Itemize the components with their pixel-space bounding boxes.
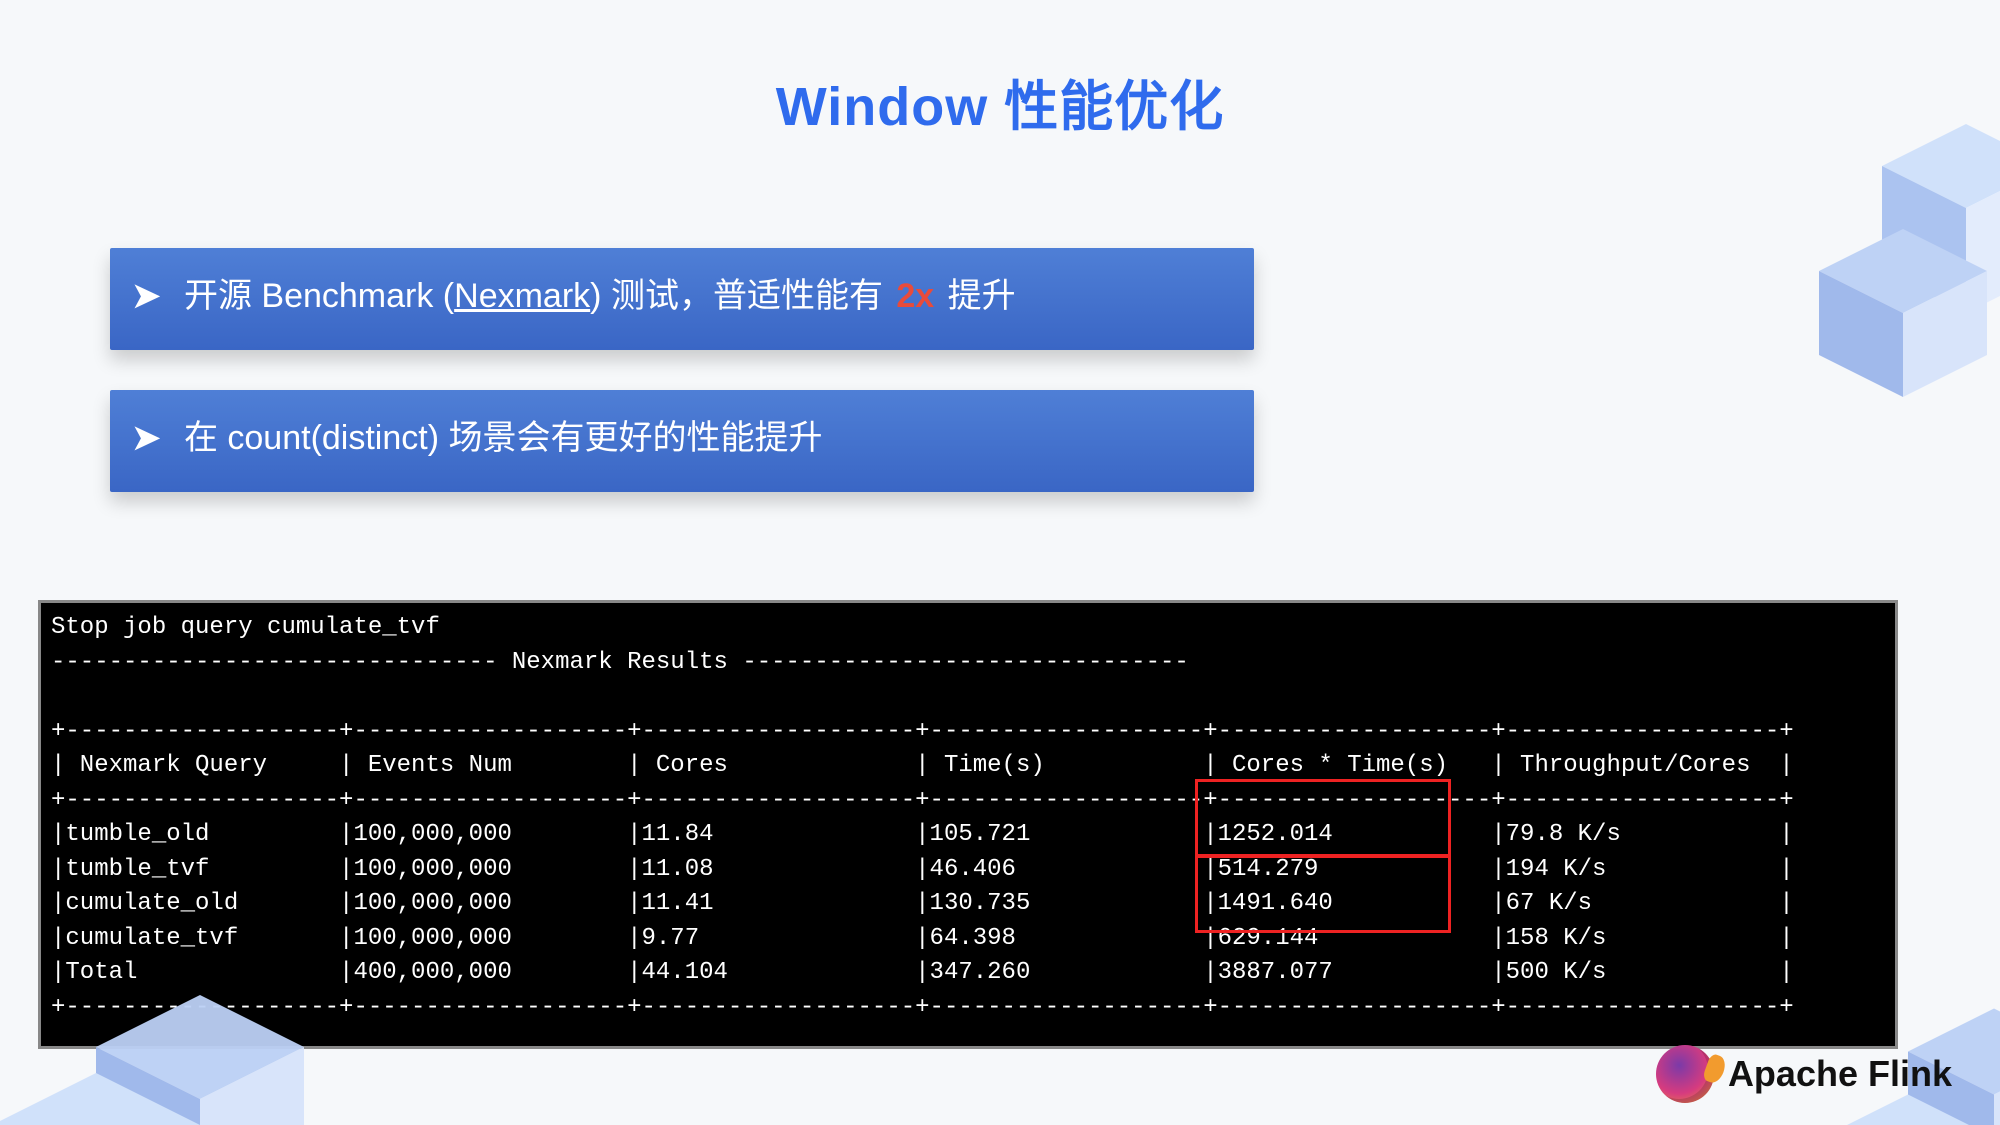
bullet-1-text-mid: ) 测试，普适性能有 xyxy=(590,277,892,315)
flink-squirrel-icon xyxy=(1656,1045,1714,1103)
bullet-1-text-pre: 开源 Benchmark ( xyxy=(184,277,454,315)
bullet-1: ➤ 开源 Benchmark (Nexmark) 测试，普适性能有 2x 提升 xyxy=(110,248,1254,350)
bullet-2-text: 在 count(distinct) 场景会有更好的性能提升 xyxy=(184,419,823,457)
bullet-1-link-nexmark[interactable]: Nexmark xyxy=(454,277,590,315)
slide-title: Window 性能优化 xyxy=(0,62,2000,141)
bullet-1-highlight-2x: 2x xyxy=(892,277,938,315)
bullet-arrow-icon: ➤ xyxy=(132,277,161,315)
bullet-arrow-icon: ➤ xyxy=(132,419,161,457)
brand-name: Apache Flink xyxy=(1728,1053,1952,1095)
terminal-output: Stop job query cumulate_tvf ------------… xyxy=(38,600,1898,1049)
brand-logo: Apache Flink xyxy=(1656,1045,1952,1103)
bullet-1-text-post: 提升 xyxy=(938,277,1015,315)
bullet-2: ➤ 在 count(distinct) 场景会有更好的性能提升 xyxy=(110,390,1254,492)
